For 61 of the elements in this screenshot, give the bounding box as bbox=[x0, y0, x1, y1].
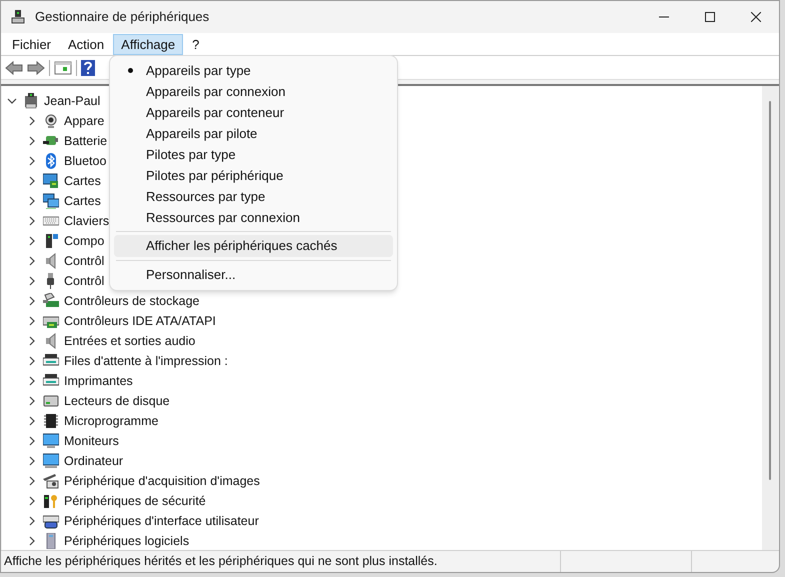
menu-option[interactable]: Appareils par connexion bbox=[146, 82, 286, 102]
tree-item[interactable]: Jean-Paul bbox=[44, 94, 100, 108]
menu-option[interactable]: Ressources par connexion bbox=[146, 208, 300, 228]
menu-item[interactable]: Affichage bbox=[113, 34, 184, 54]
device-icon bbox=[43, 153, 59, 169]
device-icon bbox=[43, 433, 59, 449]
tree-item[interactable]: Microprogramme bbox=[64, 414, 158, 428]
tree-item[interactable]: Contrôleurs de stockage bbox=[64, 294, 200, 308]
menu-item[interactable]: Action bbox=[60, 34, 112, 54]
device-icon bbox=[43, 413, 59, 429]
tree-item[interactable]: Périphériques d'interface utilisateur bbox=[64, 514, 259, 528]
menu-option[interactable]: Afficher les périphériques cachés bbox=[146, 236, 338, 256]
menu-option[interactable]: Pilotes par type bbox=[146, 144, 236, 164]
close-icon bbox=[751, 12, 761, 22]
tree-item[interactable]: Périphériques de sécurité bbox=[64, 494, 206, 508]
device-icon bbox=[43, 473, 59, 489]
tree-item[interactable]: Compo bbox=[64, 234, 104, 248]
back-arrow-icon[interactable] bbox=[5, 60, 23, 74]
window-title: Gestionnaire de périphériques bbox=[35, 8, 210, 26]
menu-option[interactable]: Ressources par type bbox=[146, 186, 266, 206]
tree-item[interactable]: Appare bbox=[64, 114, 104, 128]
device-icon bbox=[43, 173, 59, 189]
device-icon bbox=[43, 453, 59, 469]
device-icon bbox=[43, 233, 59, 249]
tree-item[interactable]: Moniteurs bbox=[64, 434, 119, 448]
tree-item[interactable]: Imprimantes bbox=[64, 374, 133, 388]
menu-item[interactable]: Fichier bbox=[4, 34, 60, 54]
tree-item[interactable]: Ordinateur bbox=[64, 454, 124, 468]
tree-item[interactable]: Périphérique d'acquisition d'images bbox=[64, 474, 260, 488]
status-text: Affiche les périphériques hérités et les périphériques qui ne sont plus installés. bbox=[3, 553, 438, 570]
device-icon bbox=[43, 493, 59, 509]
menu-option[interactable]: Appareils par pilote bbox=[146, 124, 258, 144]
tree-item[interactable]: Cartes bbox=[64, 194, 101, 208]
tree-item[interactable]: Entrées et sorties audio bbox=[64, 334, 196, 348]
tree-item[interactable]: Batterie bbox=[64, 134, 108, 148]
help-icon[interactable] bbox=[81, 60, 95, 76]
device-icon bbox=[43, 113, 59, 129]
device-icon bbox=[43, 293, 59, 309]
forward-arrow-icon[interactable] bbox=[27, 60, 45, 74]
window-icon[interactable] bbox=[54, 60, 72, 74]
tree-item[interactable]: Cartes bbox=[64, 174, 101, 188]
tree-item[interactable]: Contrôl bbox=[64, 254, 104, 268]
menu-item[interactable]: ? bbox=[184, 34, 208, 54]
tree-item[interactable]: Bluetoo bbox=[64, 154, 106, 168]
maximize-icon bbox=[705, 12, 715, 22]
tree-item[interactable]: Contrôl bbox=[64, 274, 104, 288]
tree-item[interactable]: Contrôleurs IDE ATA/ATAPI bbox=[64, 314, 216, 328]
tree-item[interactable]: Claviers bbox=[64, 214, 110, 228]
device-manager-icon bbox=[11, 9, 25, 25]
device-icon bbox=[23, 93, 39, 109]
device-icon bbox=[43, 193, 59, 209]
menu-option[interactable]: Pilotes par périphérique bbox=[146, 166, 284, 186]
tree-item[interactable]: Lecteurs de disque bbox=[64, 394, 170, 408]
menu-option[interactable]: Appareils par type bbox=[146, 60, 251, 80]
menu-option[interactable]: Personnaliser... bbox=[146, 265, 236, 285]
tree-item[interactable]: Périphériques logiciels bbox=[64, 534, 190, 548]
tree-item[interactable]: Files d'attente à l'impression : bbox=[64, 354, 228, 368]
device-icon bbox=[43, 393, 59, 409]
menu-option[interactable]: Appareils par conteneur bbox=[146, 102, 284, 122]
device-icon bbox=[43, 513, 59, 529]
radio-bullet-icon bbox=[128, 68, 132, 73]
